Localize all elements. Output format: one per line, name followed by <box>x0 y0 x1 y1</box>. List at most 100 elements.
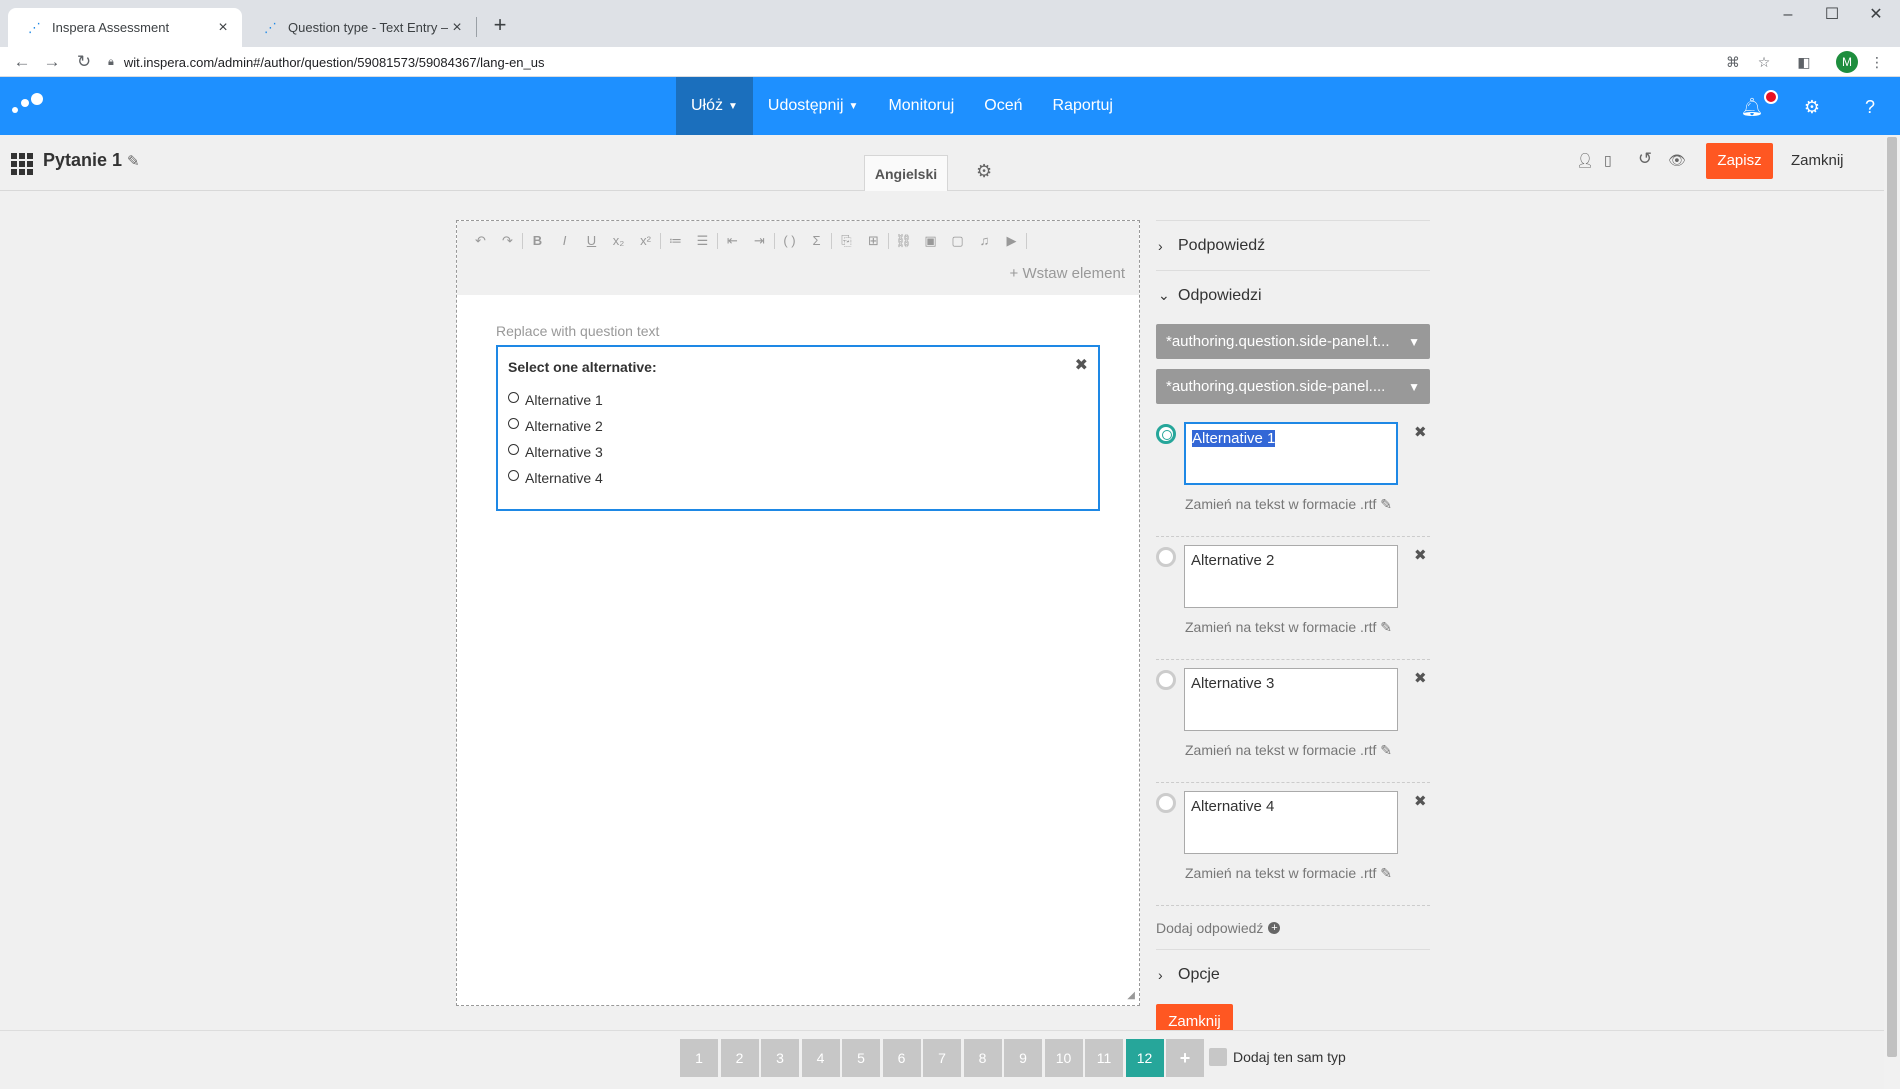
window-close-icon[interactable]: ✕ <box>1856 4 1896 26</box>
close-button[interactable]: Zamknij <box>1791 152 1844 169</box>
answer-text-input[interactable]: Alternative 3 <box>1184 668 1398 731</box>
page-button[interactable]: 7 <box>923 1039 961 1077</box>
convert-rtf-link[interactable]: Zamień na tekst w formacie .rtf ✎ <box>1185 619 1392 636</box>
question-text-placeholder[interactable]: Replace with question text <box>496 323 659 339</box>
page-button[interactable]: 9 <box>1004 1039 1042 1077</box>
menu-item-monitoruj[interactable]: Monitoruj <box>873 77 969 135</box>
delete-answer-icon[interactable]: ✖ <box>1414 792 1427 810</box>
language-tab[interactable]: Angielski <box>864 155 948 191</box>
answer-text-input[interactable]: Alternative 4 <box>1184 791 1398 854</box>
page-button[interactable]: 5 <box>842 1039 880 1077</box>
answer-type-dropdown[interactable]: *authoring.question.side-panel.t... ▼ <box>1156 324 1430 359</box>
page-button[interactable]: 11 <box>1085 1039 1123 1077</box>
convert-rtf-link[interactable]: Zamień na tekst w formacie .rtf ✎ <box>1185 742 1392 759</box>
link-icon[interactable]: ⛓ <box>890 231 917 251</box>
page-button[interactable]: 4 <box>801 1039 840 1077</box>
menu-item-raportuj[interactable]: Raportuj <box>1038 77 1128 135</box>
code-icon[interactable]: ( ) <box>776 231 803 251</box>
user-icon[interactable]: 👤︎ <box>1576 152 1594 169</box>
menu-item-udostepnij[interactable]: Udostępnij ▼ <box>753 77 874 135</box>
section-answers[interactable]: ⌄ Odpowiedzi <box>1156 270 1430 320</box>
page-button[interactable]: 1 <box>680 1039 718 1077</box>
page-scrollbar[interactable] <box>1884 135 1900 1089</box>
insert-element-button[interactable]: + Wstaw element <box>1010 265 1125 282</box>
audio-icon[interactable]: ♫ <box>971 231 998 251</box>
list-item[interactable]: Alternative 1 <box>508 387 603 413</box>
browser-menu-icon[interactable]: ⋮ <box>1866 51 1888 73</box>
bookmark-star-icon[interactable]: ☆ <box>1753 51 1775 73</box>
undo-icon[interactable]: ↶ <box>467 231 494 251</box>
formula-sigma-icon[interactable]: Σ <box>803 231 830 251</box>
minimize-icon[interactable]: – <box>1768 4 1808 26</box>
delete-answer-icon[interactable]: ✖ <box>1414 546 1427 564</box>
file-icon[interactable]: ▢ <box>944 231 971 251</box>
reload-icon[interactable]: ↻ <box>72 50 96 74</box>
attachment-icon[interactable]: ⎘ <box>833 231 860 251</box>
close-tab-icon[interactable]: × <box>448 19 466 37</box>
correct-answer-radio[interactable] <box>1156 793 1176 813</box>
inspera-logo-icon[interactable] <box>12 93 48 119</box>
document-icon[interactable]: ▯ <box>1604 152 1612 169</box>
page-button[interactable]: 8 <box>963 1039 1002 1077</box>
page-button[interactable]: 3 <box>761 1039 799 1077</box>
correct-answer-radio[interactable] <box>1156 670 1176 690</box>
extension-icon[interactable]: ◧ <box>1793 51 1815 73</box>
list-item[interactable]: Alternative 4 <box>508 465 603 491</box>
menu-item-uloz[interactable]: Ułóż ▼ <box>676 77 753 135</box>
add-answer-button[interactable]: Dodaj odpowiedź + <box>1156 906 1430 950</box>
numbered-list-icon[interactable]: ≔ <box>662 231 689 251</box>
url-field[interactable]: 🔒︎ wit.inspera.com/admin#/author/questio… <box>108 49 1718 75</box>
answer-text-input[interactable]: Alternative 2 <box>1184 545 1398 608</box>
section-hint[interactable]: › Podpowiedź <box>1156 220 1430 270</box>
convert-rtf-link[interactable]: Zamień na tekst w formacie .rtf ✎ <box>1185 865 1392 882</box>
delete-answer-icon[interactable]: ✖ <box>1414 423 1427 441</box>
resize-handle-icon[interactable]: ◢ <box>1127 990 1135 1001</box>
convert-rtf-link[interactable]: Zamień na tekst w formacie .rtf ✎ <box>1185 496 1392 513</box>
gear-icon[interactable]: ⚙ <box>1800 95 1824 119</box>
correct-answer-radio[interactable] <box>1156 424 1176 444</box>
profile-avatar[interactable]: M <box>1836 51 1858 73</box>
save-button[interactable]: Zapisz <box>1706 143 1773 179</box>
page-button[interactable]: 6 <box>882 1039 921 1077</box>
grid-icon[interactable] <box>11 153 33 175</box>
section-options[interactable]: › Opcje <box>1156 950 1430 1000</box>
page-button[interactable]: 2 <box>720 1039 759 1077</box>
add-question-plus-icon[interactable]: + <box>1166 1039 1204 1077</box>
answer-text-input[interactable]: Alternative 1 <box>1184 422 1398 485</box>
correct-answer-radio[interactable] <box>1156 547 1176 567</box>
bold-icon[interactable]: B <box>524 231 551 251</box>
bell-icon[interactable]: 🔔︎ <box>1740 95 1764 119</box>
redo-icon[interactable]: ↷ <box>494 231 521 251</box>
delete-answer-icon[interactable]: ✖ <box>1414 669 1427 687</box>
bullet-list-icon[interactable]: ☰ <box>689 231 716 251</box>
add-same-type-toggle[interactable]: Dodaj ten sam typ <box>1209 1048 1346 1066</box>
subscript-icon[interactable]: x₂ <box>605 231 632 251</box>
checkbox[interactable] <box>1209 1048 1227 1066</box>
scrollbar-thumb[interactable] <box>1887 137 1897 1057</box>
outdent-icon[interactable]: ⇤ <box>719 231 746 251</box>
underline-icon[interactable]: U <box>578 231 605 251</box>
italic-icon[interactable]: I <box>551 231 578 251</box>
close-tab-icon[interactable]: × <box>214 19 232 37</box>
video-icon[interactable]: ▶ <box>998 231 1025 251</box>
page-button-active[interactable]: 12 <box>1125 1039 1164 1077</box>
menu-item-ocen[interactable]: Oceń <box>969 77 1037 135</box>
settings-gear-icon[interactable]: ⚙ <box>976 161 992 182</box>
superscript-icon[interactable]: x² <box>632 231 659 251</box>
list-item[interactable]: Alternative 3 <box>508 439 603 465</box>
translate-icon[interactable]: ⌘ <box>1722 51 1744 73</box>
forward-icon[interactable]: → <box>40 50 64 74</box>
table-icon[interactable]: ⊞ <box>860 231 887 251</box>
browser-tab-inspera[interactable]: ⋰ Inspera Assessment × <box>8 8 242 47</box>
image-icon[interactable]: ▣ <box>917 231 944 251</box>
remove-block-icon[interactable]: ✖ <box>1075 355 1088 375</box>
back-icon[interactable]: ← <box>10 50 34 74</box>
pencil-icon[interactable]: ✎ <box>127 152 140 170</box>
page-button[interactable]: 10 <box>1044 1039 1083 1077</box>
list-item[interactable]: Alternative 2 <box>508 413 603 439</box>
help-icon[interactable]: ? <box>1858 95 1882 119</box>
preview-eye-icon[interactable]: 👁︎ <box>1668 152 1686 169</box>
new-tab-button[interactable]: + <box>486 12 514 40</box>
history-icon[interactable]: ↺ <box>1638 149 1652 169</box>
maximize-icon[interactable]: ☐ <box>1812 4 1852 26</box>
